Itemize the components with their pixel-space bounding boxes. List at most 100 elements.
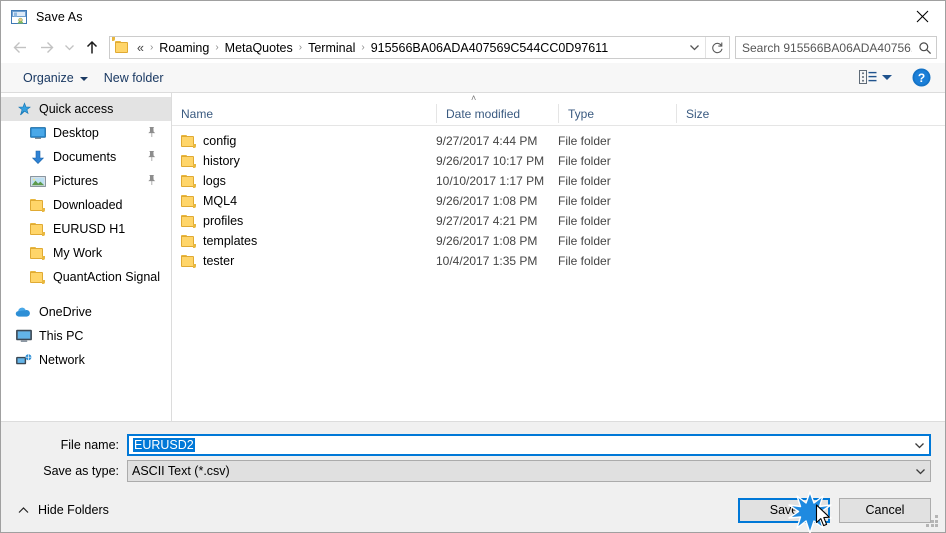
file-name-cell[interactable]: MQL4 [172,194,436,208]
search-icon[interactable] [914,41,936,55]
file-name-input[interactable]: EURUSD2 [127,434,931,456]
table-row[interactable]: MQL4 9/26/2017 1:08 PM File folder [172,191,945,211]
file-type-cell: File folder [558,154,611,168]
breadcrumb-item-terminal[interactable]: Terminal [305,40,358,56]
file-name-cell[interactable]: config [172,134,436,148]
table-row[interactable]: history 9/26/2017 10:17 PM File folder [172,151,945,171]
new-folder-button[interactable]: New folder [96,68,172,88]
forward-button[interactable] [33,36,59,60]
table-row[interactable]: logs 10/10/2017 1:17 PM File folder [172,171,945,191]
organize-label: Organize [23,70,74,85]
cancel-button[interactable]: Cancel [839,497,931,523]
title-bar: Save As [1,1,945,32]
sidebar-item-network[interactable]: Network [1,348,171,372]
up-button[interactable] [79,36,105,60]
folder-icon [181,254,196,268]
sidebar-item-desktop[interactable]: Desktop [1,121,171,145]
chevron-down-icon [79,76,88,81]
file-name-row: File name: EURUSD2 [1,434,945,456]
recent-locations-button[interactable] [59,36,79,60]
breadcrumb-item-metaquotes[interactable]: MetaQuotes [222,40,296,56]
breadcrumb-item-roaming[interactable]: Roaming [156,40,212,56]
sidebar-item-my-work[interactable]: My Work [1,241,171,265]
sidebar-item-this-pc[interactable]: This PC [1,324,171,348]
up-arrow-icon [86,40,98,53]
file-name-cell[interactable]: logs [172,174,436,188]
search-input[interactable] [736,38,914,57]
navigation-pane: Quick access Desktop Documents Pictures … [1,93,172,421]
sidebar-item-quick-access[interactable]: Quick access [1,97,171,121]
pin-icon[interactable] [146,150,157,165]
save-as-type-value: ASCII Text (*.csv) [132,464,230,478]
toolbar-right-group: ? [855,68,937,87]
file-name-cell[interactable]: history [172,154,436,168]
folder-icon [29,269,46,285]
view-options-icon [859,70,877,84]
pin-icon[interactable] [146,126,157,141]
table-row[interactable]: templates 9/26/2017 1:08 PM File folder [172,231,945,251]
chevron-down-icon [915,442,924,448]
column-header-date-modified[interactable]: Date modified [436,104,558,123]
save-as-dialog: Save As « › Roaming › MetaQuotes › Termi… [0,0,946,533]
save-as-type-label: Save as type: [43,464,119,478]
file-name-value-wrap: EURUSD2 [129,438,910,452]
search-box[interactable] [735,36,937,59]
new-folder-label: New folder [103,70,164,85]
file-type-cell: File folder [558,214,611,228]
column-header-name[interactable]: Name [172,104,436,123]
breadcrumb-separator: › [149,42,154,53]
column-header-type[interactable]: Type [558,104,676,123]
address-bar[interactable]: « › Roaming › MetaQuotes › Terminal › 91… [109,36,730,59]
file-date-cell: 10/4/2017 1:35 PM [436,254,538,268]
file-name-label: MQL4 [203,194,238,208]
sidebar-item-quantaction-signal[interactable]: QuantAction Signal [1,265,171,289]
onedrive-icon [15,304,32,320]
column-header-size[interactable]: Size [676,104,756,123]
address-dropdown-button[interactable] [683,37,705,58]
table-row[interactable]: profiles 9/27/2017 4:21 PM File folder [172,211,945,231]
help-button[interactable]: ? [912,68,931,87]
file-name-label: File name: [60,438,119,452]
organize-button[interactable]: Organize [15,68,96,88]
folder-icon [181,174,196,188]
forward-arrow-icon [40,42,53,53]
folder-icon [29,221,46,237]
breadcrumb-separator: › [361,42,365,53]
sidebar-item-documents[interactable]: Documents [1,145,171,169]
sidebar-item-pictures[interactable]: Pictures [1,169,171,193]
back-button[interactable] [7,36,33,60]
file-name-label: templates [203,234,258,248]
change-view-button[interactable] [855,68,896,87]
file-name-dropdown-button[interactable] [910,441,929,450]
documents-icon [29,149,46,165]
hide-folders-button[interactable]: Hide Folders [11,503,109,517]
resize-grip[interactable] [926,515,939,528]
table-row[interactable]: config 9/27/2017 4:44 PM File folder [172,131,945,151]
save-as-type-select[interactable]: ASCII Text (*.csv) [127,460,931,482]
hide-folders-label: Hide Folders [38,503,109,517]
folder-icon [181,214,196,228]
refresh-button[interactable] [705,37,729,58]
file-name-cell[interactable]: templates [172,234,436,248]
sidebar-item-eurusd-h1[interactable]: EURUSD H1 [1,217,171,241]
close-button[interactable] [899,1,945,32]
refresh-icon [712,42,723,54]
table-row[interactable]: tester 10/4/2017 1:35 PM File folder [172,251,945,271]
file-name-cell[interactable]: tester [172,254,436,268]
dialog-body: Quick access Desktop Documents Pictures … [1,93,945,421]
save-as-type-dropdown-button[interactable] [911,467,930,476]
pictures-icon [29,173,46,189]
sidebar-item-onedrive[interactable]: OneDrive [1,300,171,324]
pin-icon[interactable] [146,174,157,189]
breadcrumb-overflow[interactable]: « [135,40,147,56]
sidebar-item-label: This PC [39,329,84,343]
sidebar-item-downloaded[interactable]: Downloaded [1,193,171,217]
close-icon [916,10,928,23]
save-button[interactable]: Save [738,497,830,523]
folder-icon [29,197,46,213]
folder-icon [181,154,196,168]
help-icon: ? [912,68,931,87]
breadcrumb-item-guid[interactable]: 915566BA06ADA407569C544CC0D97611 [368,40,611,56]
file-name-cell[interactable]: profiles [172,214,436,228]
file-rows: config 9/27/2017 4:44 PM File folder his… [172,126,945,421]
